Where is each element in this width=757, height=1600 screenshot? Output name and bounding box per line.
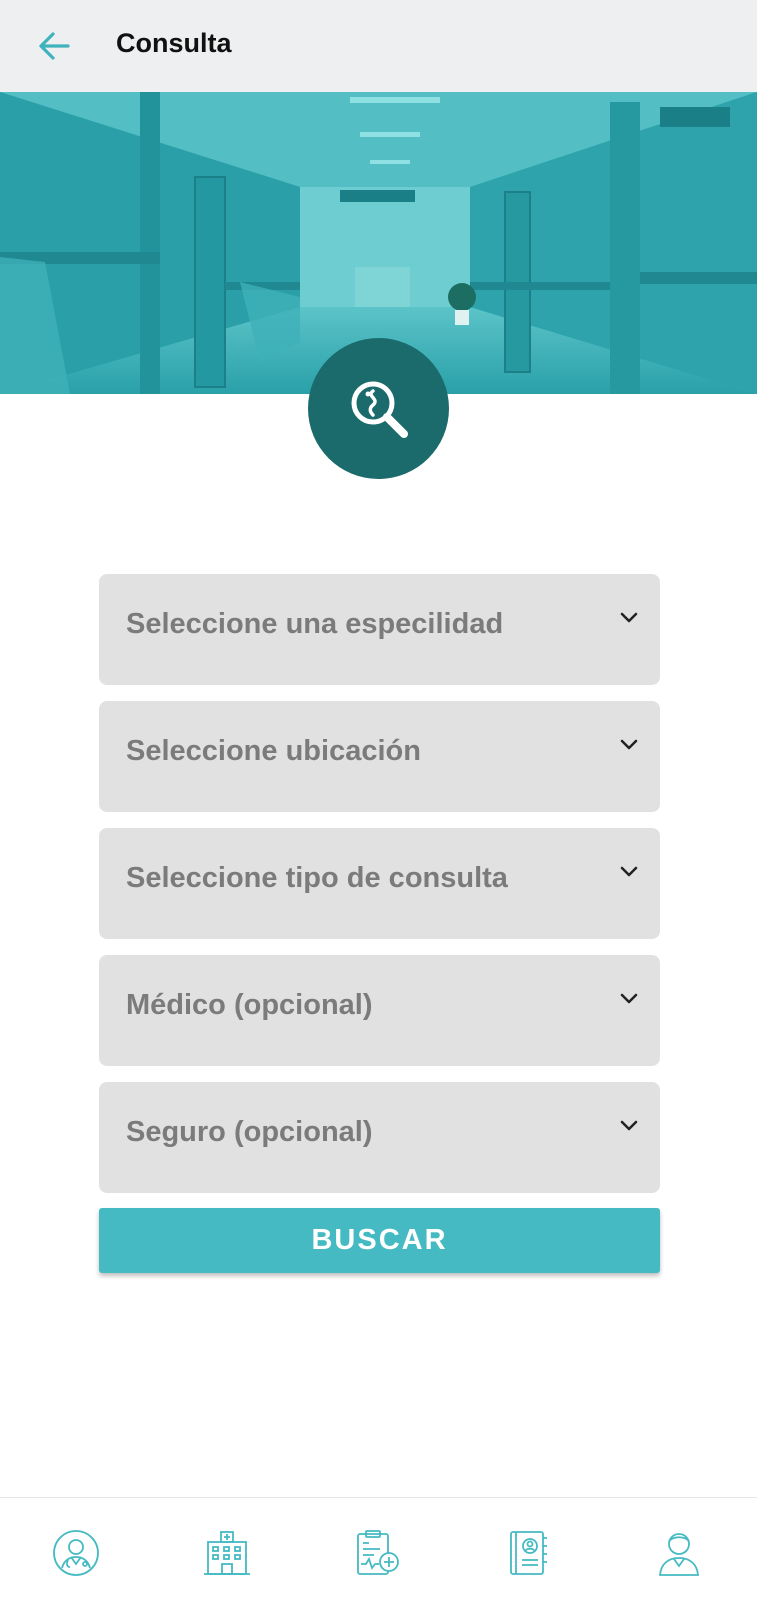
nav-item-profile[interactable] xyxy=(654,1528,704,1578)
doctor-icon xyxy=(53,1530,99,1576)
back-button[interactable] xyxy=(34,26,74,66)
doctor-select-label: Médico (opcional) xyxy=(126,989,373,1021)
hospital-icon xyxy=(204,1531,250,1575)
chevron-down-icon xyxy=(620,1120,638,1131)
doctor-select[interactable]: Médico (opcional) xyxy=(99,955,660,1066)
arrow-left-icon xyxy=(39,32,70,60)
search-badge xyxy=(308,338,449,479)
chevron-down-icon xyxy=(620,612,638,623)
location-select-label: Seleccione ubicación xyxy=(126,735,421,767)
chevron-down-icon xyxy=(620,866,638,877)
specialty-select-label: Seleccione una especilidad xyxy=(126,608,504,640)
chevron-down-icon xyxy=(620,739,638,750)
insurance-select[interactable]: Seguro (opcional) xyxy=(99,1082,660,1193)
contacts-book-icon xyxy=(510,1531,547,1575)
chevron-down-icon xyxy=(620,993,638,1004)
medical-record-icon xyxy=(357,1530,399,1575)
nav-item-medical-records[interactable] xyxy=(352,1528,402,1578)
nav-item-doctors[interactable] xyxy=(51,1528,101,1578)
consultation-type-select-label: Seleccione tipo de consulta xyxy=(126,862,508,894)
user-profile-icon xyxy=(659,1533,699,1576)
consultation-type-select[interactable]: Seleccione tipo de consulta xyxy=(99,828,660,939)
search-form: Seleccione una especilidad Seleccione ub… xyxy=(99,574,660,1209)
nav-item-hospitals[interactable] xyxy=(202,1528,252,1578)
specialty-select[interactable]: Seleccione una especilidad xyxy=(99,574,660,685)
page-title: Consulta xyxy=(116,28,232,58)
search-medical-icon xyxy=(351,381,408,438)
search-button[interactable]: BUSCAR xyxy=(99,1208,660,1273)
location-select[interactable]: Seleccione ubicación xyxy=(99,701,660,812)
bottom-nav xyxy=(0,1497,757,1600)
nav-item-contacts[interactable] xyxy=(503,1528,553,1578)
app-bar: Consulta xyxy=(0,0,757,92)
search-button-label: BUSCAR xyxy=(311,1224,448,1256)
insurance-select-label: Seguro (opcional) xyxy=(126,1116,373,1148)
